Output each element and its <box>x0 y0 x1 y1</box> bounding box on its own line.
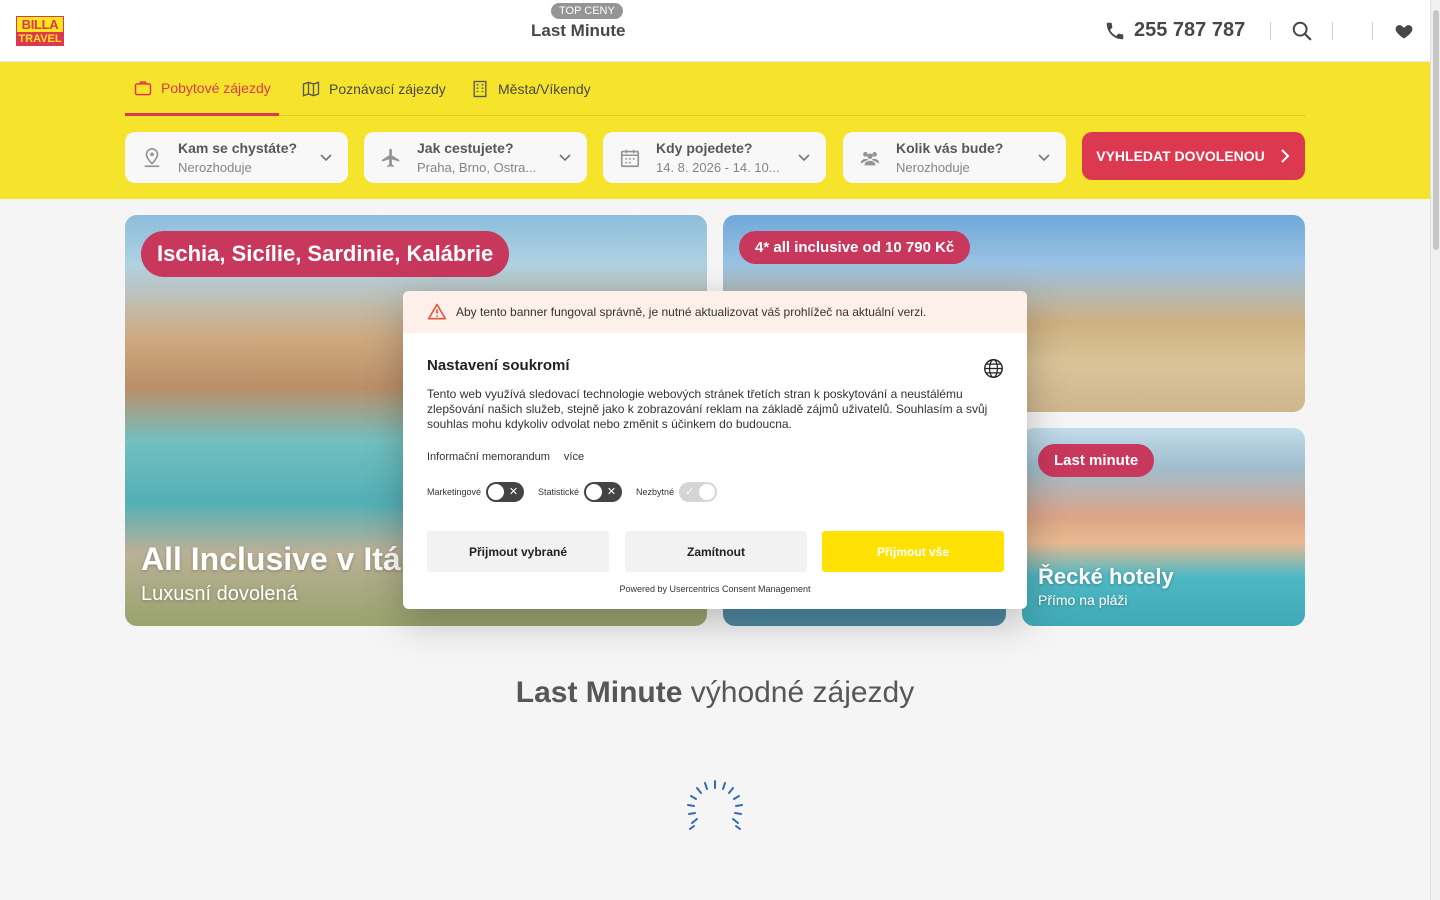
accept-all-button[interactable]: Přijmout vše <box>822 531 1004 572</box>
necessary-toggle: ✓ <box>679 482 718 502</box>
memorandum-link[interactable]: Informační memorandum <box>427 451 550 463</box>
consent-toggles: Marketingové ✕ Statistické ✕ Nezbytné ✓ <box>427 482 731 502</box>
consent-dialog: Aby tento banner fungoval správně, je nu… <box>403 291 1027 609</box>
more-link[interactable]: více <box>564 451 584 463</box>
warning-icon <box>427 303 447 320</box>
toggle-knob <box>586 484 603 500</box>
consent-title: Nastavení soukromí <box>427 357 570 374</box>
reject-button[interactable]: Zamítnout <box>625 531 807 572</box>
toggle-knob <box>488 484 505 500</box>
scrollbar-thumb[interactable] <box>1433 10 1439 250</box>
toggle-knob <box>699 484 716 500</box>
page-scrollbar[interactable] <box>1430 0 1440 900</box>
powered-by: Powered by Usercentrics Consent Manageme… <box>619 584 811 594</box>
marketing-toggle[interactable]: ✕ <box>486 482 525 502</box>
consent-links: Informační memorandum více <box>427 451 584 463</box>
close-icon: ✕ <box>606 486 617 498</box>
consent-description: Tento web využívá sledovací technologie … <box>427 387 988 431</box>
warning-text: Aby tento banner fungoval správně, je nu… <box>456 305 927 319</box>
toggle-label-statistics: Statistické <box>538 487 580 497</box>
toggle-label-necessary: Nezbytné <box>636 487 675 497</box>
check-icon: ✓ <box>685 486 695 498</box>
accept-selected-button[interactable]: Přijmout vybrané <box>427 531 609 572</box>
browser-warning: Aby tento banner fungoval správně, je nu… <box>403 291 1027 333</box>
toggle-label-marketing: Marketingové <box>427 487 482 497</box>
statistics-toggle[interactable]: ✕ <box>584 482 623 502</box>
close-icon: ✕ <box>508 486 519 498</box>
language-globe-icon[interactable] <box>983 358 1004 379</box>
